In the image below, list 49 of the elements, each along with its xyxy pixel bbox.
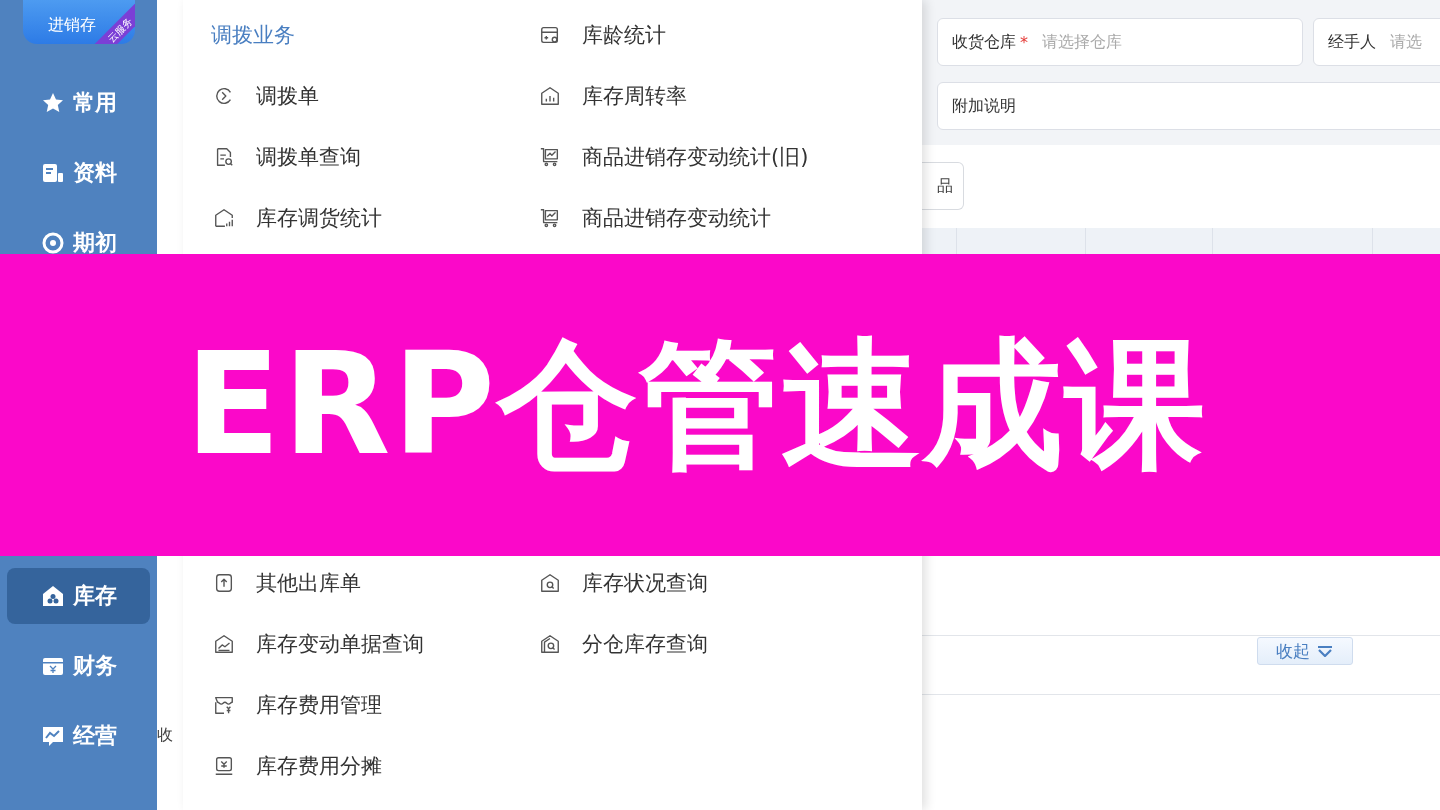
sidebar-item[interactable]: 库存	[7, 568, 150, 624]
menu-item[interactable]: 商品进销存变动统计(旧)	[537, 126, 863, 187]
sidebar-item[interactable]: 经营	[7, 725, 150, 747]
caret-icon	[1316, 645, 1334, 657]
input-field[interactable]: 经手人 请选	[1313, 18, 1440, 66]
document-icon	[40, 161, 65, 185]
chart-icon	[40, 724, 65, 748]
field-placeholder: 请选	[1390, 31, 1422, 53]
menu-item[interactable]: 调拨单查询	[211, 126, 537, 187]
menu-item[interactable]: 分仓库存查询	[537, 613, 863, 674]
menu-item[interactable]: 库存周转率	[537, 65, 863, 126]
cart-chart-icon	[539, 206, 561, 229]
banner-title: ERP仓管速成课	[185, 335, 1208, 475]
menu-item[interactable]: 商品进销存变动统计	[537, 187, 863, 248]
sidebar-item[interactable]: 资料	[7, 162, 150, 184]
field-label: 经手人	[1328, 31, 1376, 53]
input-field[interactable]: 收货仓库 * 请选择仓库	[937, 18, 1303, 66]
target-icon	[40, 231, 65, 255]
house-search-icon	[539, 571, 561, 594]
box-yen-icon	[213, 754, 235, 777]
input-field[interactable]: 附加说明	[937, 82, 1440, 130]
star-icon	[40, 91, 65, 115]
menu-item[interactable]: 库存费用分摊	[211, 735, 537, 796]
building-chart-icon	[539, 84, 561, 107]
logo-text: 进销存	[47, 15, 96, 36]
menu-item[interactable]: 库龄统计	[537, 4, 863, 65]
cart-chart-icon	[539, 145, 561, 168]
document-upload-icon	[213, 571, 235, 594]
collapse-button[interactable]: 收起	[1257, 637, 1353, 665]
menu-item[interactable]: 库存费用管理	[211, 674, 537, 735]
house-trend-icon	[213, 632, 235, 655]
field-placeholder: 请选择仓库	[1042, 31, 1122, 53]
sidebar-item[interactable]: 期初	[7, 232, 150, 254]
field-label: 收货仓库	[952, 31, 1016, 53]
product-button[interactable]: 品	[922, 162, 964, 210]
required-mark: *	[1020, 32, 1028, 52]
field-label: 收	[157, 725, 174, 746]
menu-item[interactable]: 调拨单	[211, 65, 537, 126]
house-chart-icon	[213, 206, 235, 229]
menu-heading: 调拨业务	[211, 21, 296, 49]
menu-item[interactable]: 库存调货统计	[211, 187, 537, 248]
menu-item[interactable]: 库存变动单据查询	[211, 613, 537, 674]
house-search-icon	[539, 632, 561, 655]
menu-item[interactable]: 库存状况查询	[537, 552, 863, 613]
menu-item[interactable]: 其他出库单	[211, 552, 537, 613]
field-label: 附加说明	[952, 95, 1016, 117]
sidebar-item[interactable]: 财务	[7, 655, 150, 677]
house-icon	[40, 584, 65, 608]
sidebar-item[interactable]: 常用	[7, 92, 150, 114]
